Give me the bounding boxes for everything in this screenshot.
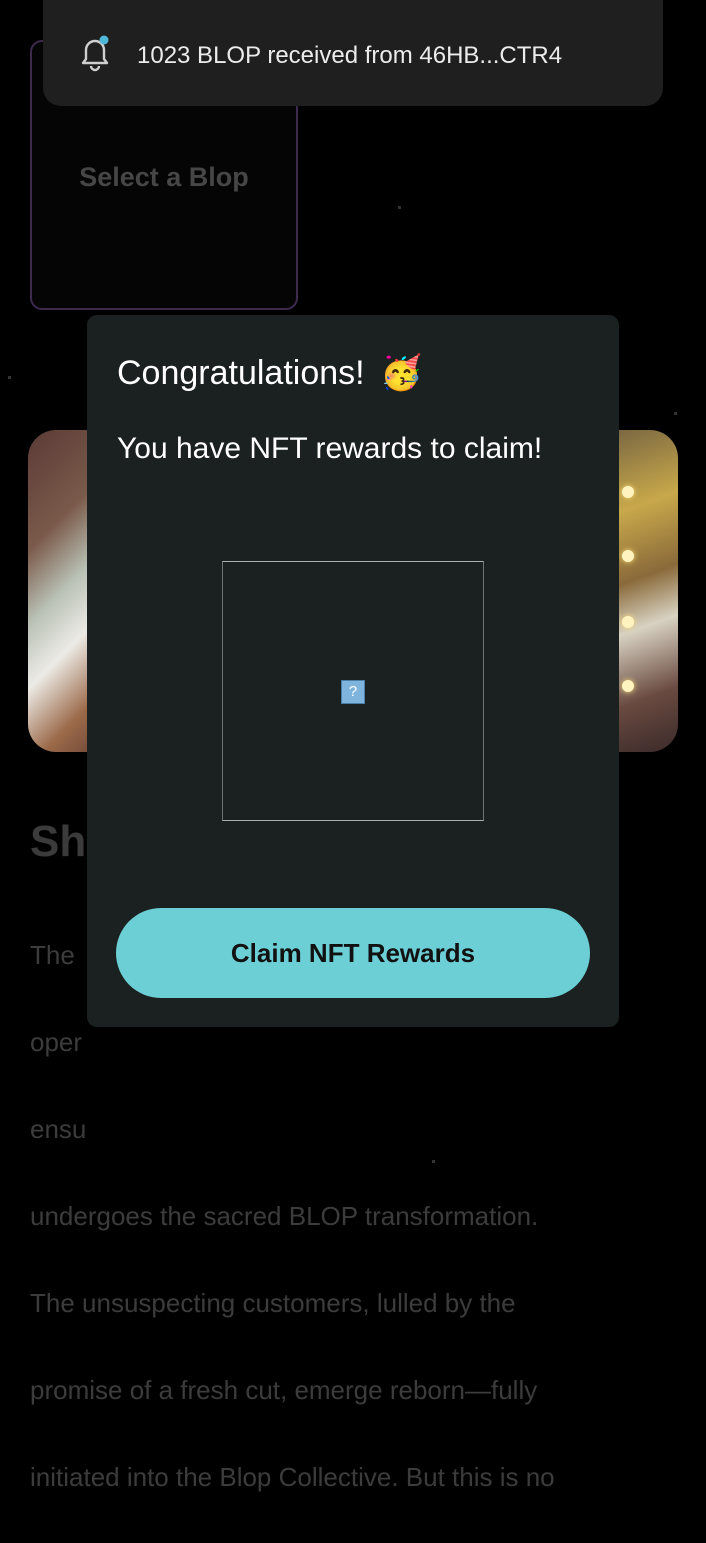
bell-icon — [77, 34, 113, 72]
article-line: undergoes the sacred BLOP transformation… — [30, 1200, 539, 1231]
star-dot — [398, 206, 401, 209]
party-face-emoji: 🥳 — [380, 354, 423, 392]
light-bulb — [622, 680, 634, 692]
notification-message: 1023 BLOP received from 46HB...CTR4 — [137, 42, 563, 69]
modal-subtitle: You have NFT rewards to claim! — [117, 432, 543, 465]
select-blop-label: Select a Blop — [79, 162, 249, 192]
star-dot — [8, 376, 11, 379]
nft-preview-frame: ? — [222, 561, 484, 821]
article-line: ensu — [30, 1113, 87, 1144]
article-line: promise of a fresh cut, emerge reborn—fu… — [30, 1374, 538, 1405]
article-line: initiated into the Blop Collective. But … — [30, 1461, 555, 1492]
star-dot — [674, 412, 677, 415]
article-line: oper — [30, 1026, 83, 1057]
light-bulb — [622, 486, 634, 498]
rewards-modal: Congratulations! 🥳 You have NFT rewards … — [87, 315, 619, 1027]
light-bulb — [622, 550, 634, 562]
toast-top-fragment: ··· ··· — [43, 0, 663, 5]
modal-title-text: Congratulations! — [117, 354, 365, 392]
broken-image-icon: ? — [341, 680, 365, 704]
modal-title: Congratulations! 🥳 — [117, 353, 422, 393]
claim-nft-rewards-button[interactable]: Claim NFT Rewards — [116, 908, 590, 998]
notification-toast[interactable]: ··· ··· 1023 BLOP received from 46HB...C… — [43, 0, 663, 106]
article-line: The unsuspecting customers, lulled by th… — [30, 1287, 516, 1318]
light-bulb — [622, 616, 634, 628]
